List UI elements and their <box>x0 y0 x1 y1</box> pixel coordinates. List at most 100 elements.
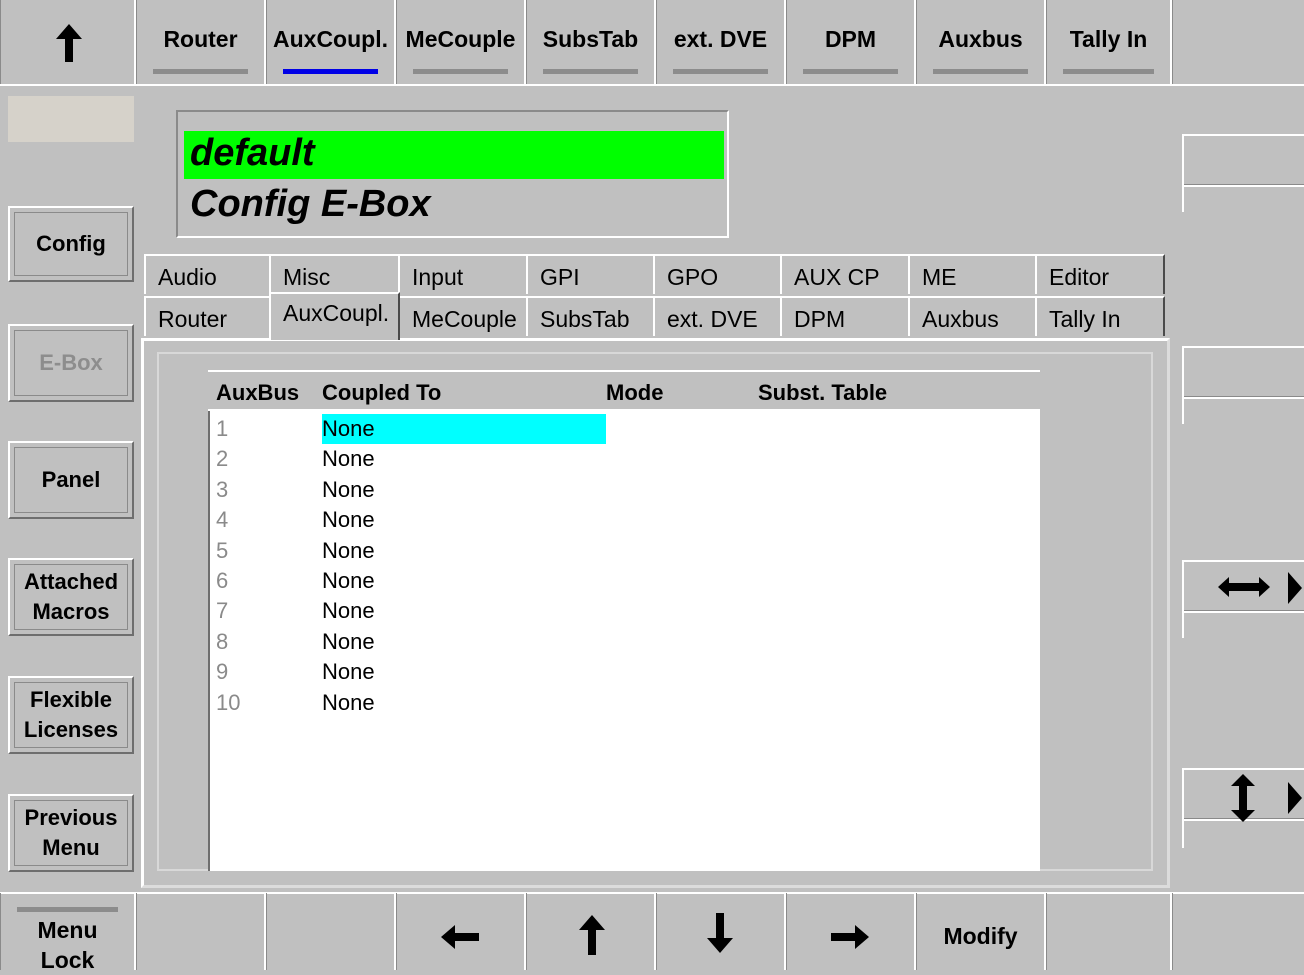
right-arrow-button[interactable] <box>786 893 916 970</box>
auxbus-number: 7 <box>216 598 229 624</box>
play-triangle-icon <box>1288 572 1302 609</box>
top-tab-dpm[interactable]: DPM <box>786 0 916 84</box>
tab-label: AuxCoupl. <box>283 300 390 326</box>
coupled-to-value[interactable]: None <box>322 629 375 655</box>
previous-menu-button-label: Previous Menu <box>24 805 118 860</box>
column-subst-table: Subst. Table <box>758 380 888 405</box>
table-row[interactable]: 5 None <box>210 535 1040 565</box>
coupled-to-value[interactable]: None <box>322 507 375 533</box>
menu-lock-button[interactable]: Menu Lock <box>0 893 136 973</box>
left-arrow-icon <box>441 925 479 954</box>
horizontal-scroll-control[interactable] <box>1182 560 1304 638</box>
top-tab-indicator <box>673 69 768 74</box>
coupled-to-value[interactable]: None <box>322 446 375 472</box>
tab-substab[interactable]: SubsTab <box>526 296 655 336</box>
top-tab-tally-in[interactable]: Tally In <box>1046 0 1172 84</box>
table-row[interactable]: 9 None <box>210 656 1040 686</box>
auxbus-number: 10 <box>216 689 241 715</box>
right-panel-2 <box>1182 346 1304 424</box>
attached-macros-button[interactable]: Attached Macros <box>8 558 134 636</box>
tab-label: ME <box>922 264 957 290</box>
modify-label: Modify <box>943 923 1018 949</box>
tab-auxbus[interactable]: Auxbus <box>908 296 1037 336</box>
right-panel-1-divider <box>1184 184 1304 187</box>
top-empty-cell <box>1172 0 1304 84</box>
e-box-button-label: E-Box <box>39 350 103 375</box>
top-tab-substab[interactable]: SubsTab <box>526 0 656 84</box>
top-tab-mecouple[interactable]: MeCouple <box>396 0 526 84</box>
e-box-button[interactable]: E-Box <box>8 324 134 402</box>
tab-misc[interactable]: Misc <box>269 254 400 294</box>
panel-button[interactable]: Panel <box>8 441 134 519</box>
tab-mecouple[interactable]: MeCouple <box>398 296 528 336</box>
coupled-to-value[interactable]: None <box>322 416 375 442</box>
vertical-scroll-control[interactable] <box>1182 768 1304 848</box>
left-arrow-button[interactable] <box>396 893 526 970</box>
tab-label: Router <box>158 306 228 332</box>
tab-auxcoupl[interactable]: AuxCoupl. <box>269 292 400 340</box>
tab-router[interactable]: Router <box>144 296 271 336</box>
tab-label: Audio <box>158 264 217 290</box>
coupled-to-value[interactable]: None <box>322 598 375 624</box>
top-tab-label: Tally In <box>1069 26 1148 52</box>
coupled-to-value[interactable]: None <box>322 659 375 685</box>
tab-aux-cp[interactable]: AUX CP <box>780 254 910 294</box>
column-mode: Mode <box>606 380 664 405</box>
table-header: AuxBus Coupled To Mode Subst. Table <box>208 370 1040 412</box>
table-row[interactable]: 10 None <box>210 687 1040 717</box>
auxbus-number: 8 <box>216 628 229 654</box>
top-tab-label: Router <box>163 26 238 52</box>
panel-button-label: Panel <box>41 467 101 492</box>
top-tab-label: AuxCoupl. <box>273 26 388 52</box>
menu-lock-indicator <box>17 907 118 912</box>
up-arrow-icon <box>579 915 605 960</box>
down-arrow-button[interactable] <box>656 893 786 970</box>
table-row[interactable]: 3 None <box>210 474 1040 504</box>
table-row[interactable]: 7 None <box>210 595 1040 625</box>
tab-input[interactable]: Input <box>398 254 528 294</box>
tab-tally-in[interactable]: Tally In <box>1035 296 1165 336</box>
coupled-to-value[interactable]: None <box>322 477 375 503</box>
top-tab-indicator <box>153 69 248 74</box>
tab-label: Misc <box>283 264 331 290</box>
tab-dpm[interactable]: DPM <box>780 296 910 336</box>
aux-coupling-table[interactable]: 1 None 2 None 3 None 4 None 5 None 6 None 7 None 8 None… <box>208 411 1040 871</box>
vertical-resize-icon <box>1230 774 1256 827</box>
coupled-to-value[interactable]: None <box>322 538 375 564</box>
table-row[interactable]: 2 None <box>210 443 1040 473</box>
top-tab-ext-dve[interactable]: ext. DVE <box>656 0 786 84</box>
table-row[interactable]: 4 None <box>210 504 1040 534</box>
previous-menu-button[interactable]: Previous Menu <box>8 794 134 872</box>
tab-gpo[interactable]: GPO <box>653 254 782 294</box>
top-tab-indicator <box>283 69 378 74</box>
attached-macros-button-label: Attached Macros <box>23 569 119 624</box>
tab-me[interactable]: ME <box>908 254 1037 294</box>
tab-audio[interactable]: Audio <box>144 254 271 294</box>
column-auxbus: AuxBus <box>216 380 300 405</box>
auxbus-number: 5 <box>216 537 229 563</box>
modify-button[interactable]: Modify <box>916 893 1046 970</box>
config-name: default <box>190 132 315 174</box>
column-coupled-to: Coupled To <box>322 380 442 405</box>
up-arrow-button[interactable] <box>0 0 136 84</box>
tab-label: DPM <box>794 306 846 332</box>
menu-lock-label: Menu Lock <box>37 917 98 973</box>
tab-editor[interactable]: Editor <box>1035 254 1165 294</box>
top-tab-router[interactable]: Router <box>136 0 266 84</box>
auxbus-number: 4 <box>216 507 229 533</box>
coupled-to-value[interactable]: None <box>322 690 375 716</box>
table-row[interactable]: 8 None <box>210 626 1040 656</box>
auxbus-number: 2 <box>216 446 229 472</box>
table-row[interactable]: 1 None <box>210 413 1040 444</box>
top-tab-label: MeCouple <box>405 26 516 52</box>
top-tab-auxbus[interactable]: Auxbus <box>916 0 1046 84</box>
tab-ext-dve[interactable]: ext. DVE <box>653 296 782 336</box>
top-tab-auxcoupl[interactable]: AuxCoupl. <box>266 0 396 84</box>
config-button[interactable]: Config <box>8 206 134 282</box>
flexible-licenses-button[interactable]: Flexible Licenses <box>8 676 134 754</box>
table-row[interactable]: 6 None <box>210 565 1040 595</box>
coupled-to-value[interactable]: None <box>322 568 375 594</box>
play-triangle-icon <box>1288 782 1302 819</box>
tab-gpi[interactable]: GPI <box>526 254 655 294</box>
up-arrow-button-bottom[interactable] <box>526 893 656 970</box>
